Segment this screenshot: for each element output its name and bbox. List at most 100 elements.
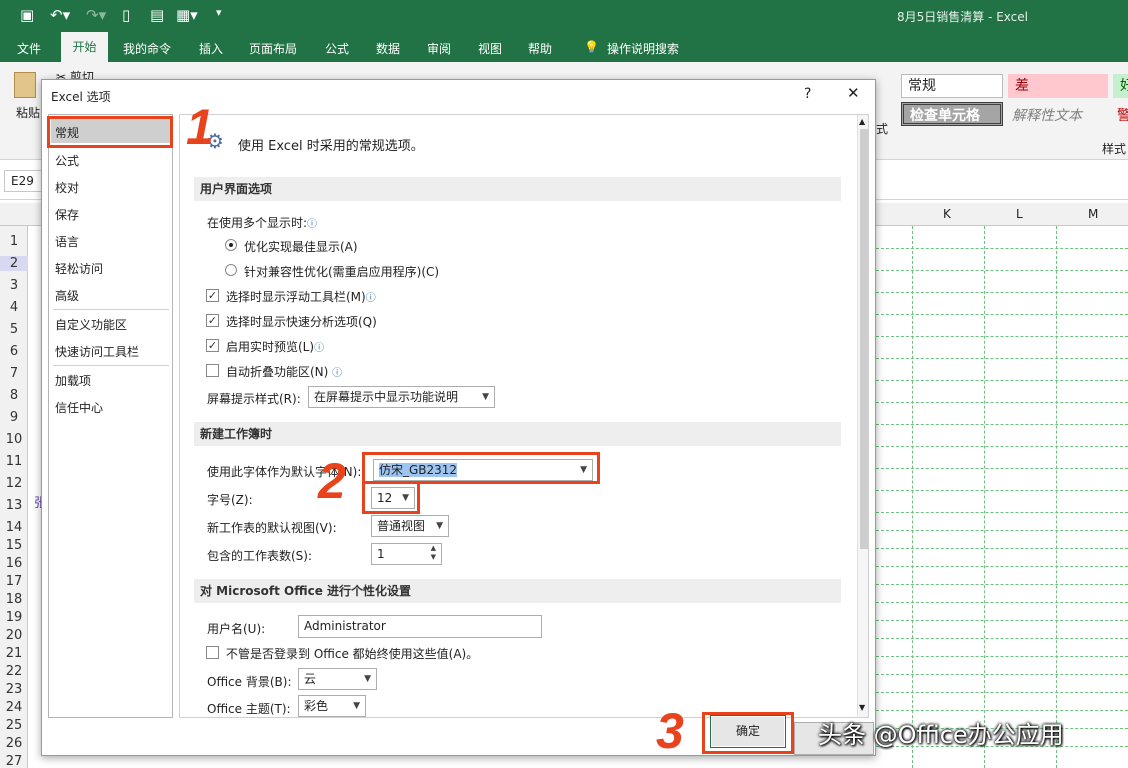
column-header-l[interactable]: L: [1016, 207, 1023, 221]
checkbox-always-use[interactable]: [206, 646, 219, 659]
nav-item-customize-ribbon[interactable]: 自定义功能区: [55, 316, 127, 333]
tab-view[interactable]: 视图: [478, 40, 502, 57]
row-header[interactable]: 24: [0, 700, 28, 715]
tab-formulas[interactable]: 公式: [325, 40, 349, 57]
row-header[interactable]: 27: [0, 754, 28, 768]
office-background-label: Office 背景(B):: [207, 675, 292, 689]
save-as-icon[interactable]: ▤: [150, 6, 164, 24]
row-header[interactable]: 20: [0, 628, 28, 643]
paste-icon[interactable]: [14, 72, 36, 98]
spinner-arrows-icon[interactable]: ▲ ▼: [431, 544, 436, 562]
tab-help[interactable]: 帮助: [528, 40, 552, 57]
sheet-count-spinner[interactable]: 1 ▲ ▼: [371, 543, 442, 565]
checkbox-always-use-label[interactable]: 不管是否登录到 Office 都始终使用这些值(A)。: [226, 645, 478, 662]
row-header[interactable]: 10: [0, 432, 28, 447]
nav-item-advanced[interactable]: 高级: [55, 287, 79, 304]
default-view-label: 新工作表的默认视图(V):: [207, 521, 337, 535]
style-normal[interactable]: 常规: [901, 74, 1003, 98]
row-header[interactable]: 15: [0, 538, 28, 553]
row-header[interactable]: 4: [0, 300, 28, 315]
row-header[interactable]: 17: [0, 574, 28, 589]
nav-item-language[interactable]: 语言: [55, 233, 79, 250]
style-bad[interactable]: 差: [1008, 74, 1108, 98]
info-icon: ⓘ: [307, 219, 318, 230]
row-header[interactable]: 25: [0, 718, 28, 733]
style-warning[interactable]: 警: [1117, 105, 1128, 125]
row-header[interactable]: 3: [0, 278, 28, 293]
tab-insert[interactable]: 插入: [199, 40, 223, 57]
tab-home[interactable]: 开始: [61, 32, 108, 62]
checkbox-minitoolbar[interactable]: ✓: [206, 289, 219, 302]
column-header-m[interactable]: M: [1088, 207, 1098, 221]
scrollbar-thumb[interactable]: [860, 129, 868, 549]
style-check-cell[interactable]: 检查单元格: [901, 102, 1003, 126]
row-header[interactable]: 2: [0, 256, 28, 271]
format-label[interactable]: 式: [876, 120, 888, 137]
name-box[interactable]: E29: [4, 170, 44, 192]
row-header[interactable]: 5: [0, 322, 28, 337]
office-background-dropdown[interactable]: 云 ▼: [298, 668, 377, 690]
tab-review[interactable]: 审阅: [427, 40, 451, 57]
checkbox-minitoolbar-label[interactable]: 选择时显示浮动工具栏(M)ⓘ: [226, 288, 376, 305]
nav-item-accessibility[interactable]: 轻松访问: [55, 260, 103, 277]
row-header[interactable]: 11: [0, 454, 28, 469]
row-header[interactable]: 16: [0, 556, 28, 571]
table-icon[interactable]: ▦▾: [176, 6, 198, 24]
row-header[interactable]: 9: [0, 410, 28, 425]
watermark: 头条 @Office办公应用: [818, 721, 1064, 749]
row-header[interactable]: 8: [0, 388, 28, 403]
style-good[interactable]: 好: [1113, 74, 1128, 98]
scrollbar[interactable]: ▲ ▼: [857, 115, 868, 717]
nav-item-save[interactable]: 保存: [55, 206, 79, 223]
row-header[interactable]: 13: [0, 498, 28, 513]
tab-file[interactable]: 文件: [17, 40, 41, 57]
close-button[interactable]: ✕: [847, 84, 860, 102]
column-header-k[interactable]: K: [943, 207, 951, 221]
checkbox-collapse-label[interactable]: 自动折叠功能区(N) ⓘ: [226, 363, 342, 380]
tab-my-commands[interactable]: 我的命令: [123, 40, 171, 57]
tab-page-layout[interactable]: 页面布局: [249, 40, 297, 57]
row-header[interactable]: 23: [0, 682, 28, 697]
tooltip-style-dropdown[interactable]: 在屏幕提示中显示功能说明 ▼: [308, 386, 495, 408]
radio-compat[interactable]: [225, 264, 237, 276]
username-input[interactable]: Administrator: [298, 615, 542, 638]
checkbox-quickanalysis[interactable]: ✓: [206, 314, 219, 327]
grid-line: [876, 468, 1128, 469]
scroll-down-icon[interactable]: ▼: [859, 703, 865, 712]
radio-compat-label[interactable]: 针对兼容性优化(需重启应用程序)(C): [244, 263, 439, 280]
checkbox-collapse[interactable]: [206, 364, 219, 377]
row-header[interactable]: 1: [0, 234, 28, 249]
row-header[interactable]: 12: [0, 476, 28, 491]
tab-data[interactable]: 数据: [376, 40, 400, 57]
save-icon[interactable]: ▣: [20, 6, 34, 24]
tell-me-search[interactable]: 操作说明搜索: [607, 40, 679, 57]
undo-icon[interactable]: ↶▾: [50, 6, 70, 24]
help-button[interactable]: ?: [804, 86, 811, 102]
office-theme-dropdown[interactable]: 彩色 ▼: [298, 695, 366, 717]
customize-toolbar-icon[interactable]: ▾: [216, 6, 222, 19]
row-header[interactable]: 26: [0, 736, 28, 751]
new-file-icon[interactable]: ▯: [122, 6, 130, 24]
nav-item-quick-access[interactable]: 快速访问工具栏: [55, 343, 139, 360]
nav-item-proofing[interactable]: 校对: [55, 179, 79, 196]
scroll-up-icon[interactable]: ▲: [859, 117, 865, 126]
default-view-dropdown[interactable]: 普通视图 ▼: [371, 515, 449, 537]
row-header[interactable]: 6: [0, 344, 28, 359]
ok-button[interactable]: 确定: [710, 715, 786, 748]
row-header[interactable]: 18: [0, 592, 28, 607]
style-explanatory[interactable]: 解释性文本: [1012, 105, 1082, 125]
row-header[interactable]: 14: [0, 520, 28, 535]
nav-item-trust-center[interactable]: 信任中心: [55, 399, 103, 416]
radio-optimize-label[interactable]: 优化实现最佳显示(A): [244, 238, 358, 255]
radio-optimize[interactable]: [225, 239, 237, 251]
row-header[interactable]: 21: [0, 646, 28, 661]
nav-item-addins[interactable]: 加载项: [55, 372, 91, 389]
checkbox-livepreview[interactable]: ✓: [206, 339, 219, 352]
row-header[interactable]: 22: [0, 664, 28, 679]
checkbox-livepreview-label[interactable]: 启用实时预览(L)ⓘ: [226, 338, 324, 355]
row-header[interactable]: 7: [0, 366, 28, 381]
checkbox-quickanalysis-label[interactable]: 选择时显示快速分析选项(Q): [226, 313, 377, 330]
paste-label[interactable]: 粘贴: [16, 104, 40, 121]
nav-item-formulas[interactable]: 公式: [55, 152, 79, 169]
row-header[interactable]: 19: [0, 610, 28, 625]
